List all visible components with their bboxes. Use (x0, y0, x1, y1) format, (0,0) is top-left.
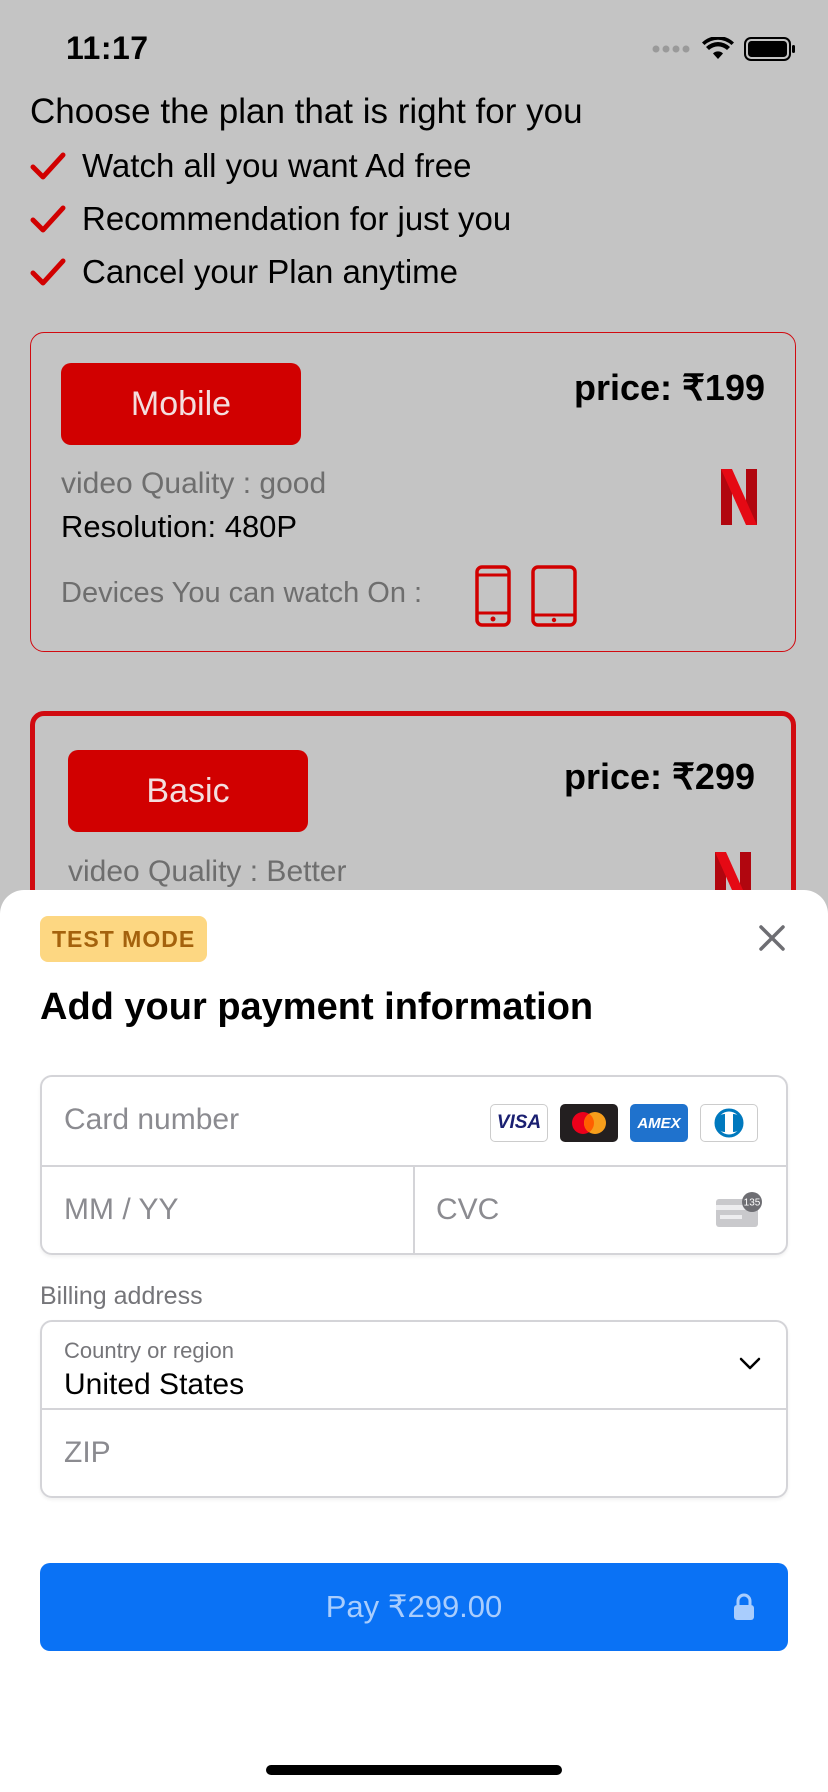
amex-label: AMEX (637, 1114, 681, 1132)
plan-quality: video Quality : good (61, 467, 327, 500)
sheet-title: Add your payment information (40, 986, 594, 1028)
test-mode-badge: TEST MODE (40, 916, 208, 962)
devices-label: Devices You can watch On : (61, 577, 423, 609)
plan-price: price: ₹299 (563, 756, 755, 797)
signal-icon (652, 45, 690, 53)
feature-label: Watch all you want Ad free (82, 147, 472, 184)
feature-item: Watch all you want Ad free (30, 146, 471, 186)
visa-label: VISA (496, 1112, 542, 1133)
country-value: United States (64, 1368, 245, 1401)
card-input-group: Card number VISA AMEX MM / YY CVC 135 (40, 1075, 788, 1255)
checkmark-icon (30, 205, 66, 233)
card-number-field[interactable]: Card number (64, 1103, 239, 1137)
plan-quality: video Quality : Better (68, 855, 347, 888)
close-icon[interactable] (752, 918, 792, 958)
visa-icon: VISA (490, 1104, 548, 1142)
mastercard-icon (560, 1104, 618, 1142)
billing-address-label: Billing address (40, 1282, 203, 1310)
zip-field[interactable]: ZIP (64, 1436, 111, 1470)
feature-label: Recommendation for just you (82, 200, 512, 237)
wifi-icon (702, 37, 734, 59)
plan-card-mobile[interactable]: Mobile price: ₹199 video Quality : good … (30, 332, 796, 652)
feature-label: Cancel your Plan anytime (82, 253, 459, 290)
phone-icon (475, 565, 511, 627)
status-time: 11:17 (66, 30, 149, 66)
divider (413, 1165, 415, 1255)
feature-item: Cancel your Plan anytime (30, 252, 458, 292)
page-headline: Choose the plan that is right for you (30, 92, 583, 131)
status-icons (652, 36, 796, 62)
tablet-icon (531, 565, 577, 627)
pay-button-label: Pay ₹299.00 (325, 1589, 503, 1624)
pay-button[interactable]: Pay ₹299.00 (40, 1563, 788, 1651)
country-select[interactable]: Country or region United States (42, 1322, 786, 1408)
plan-button-basic[interactable]: Basic (68, 750, 308, 832)
lock-icon (734, 1593, 754, 1620)
plan-button-mobile[interactable]: Mobile (61, 363, 301, 445)
country-label: Country or region (64, 1338, 234, 1363)
plan-price: price: ₹199 (573, 367, 765, 408)
chevron-down-icon (739, 1357, 761, 1370)
diners-club-icon (700, 1104, 758, 1142)
amex-icon: AMEX (630, 1104, 688, 1142)
plan-resolution: Resolution: 480P (61, 509, 298, 544)
checkmark-icon (30, 152, 66, 180)
feature-item: Recommendation for just you (30, 199, 511, 239)
expiry-field[interactable]: MM / YY (64, 1193, 178, 1227)
billing-address-group: Country or region United States ZIP (40, 1320, 788, 1498)
checkmark-icon (30, 258, 66, 286)
cvc-field[interactable]: CVC (436, 1193, 499, 1227)
divider (42, 1408, 786, 1410)
home-indicator (266, 1765, 562, 1775)
cvc-card-icon: 135 (716, 1192, 762, 1227)
battery-icon (744, 37, 795, 61)
cvc-hint: 135 (744, 1198, 761, 1209)
netflix-logo-icon (721, 469, 757, 525)
